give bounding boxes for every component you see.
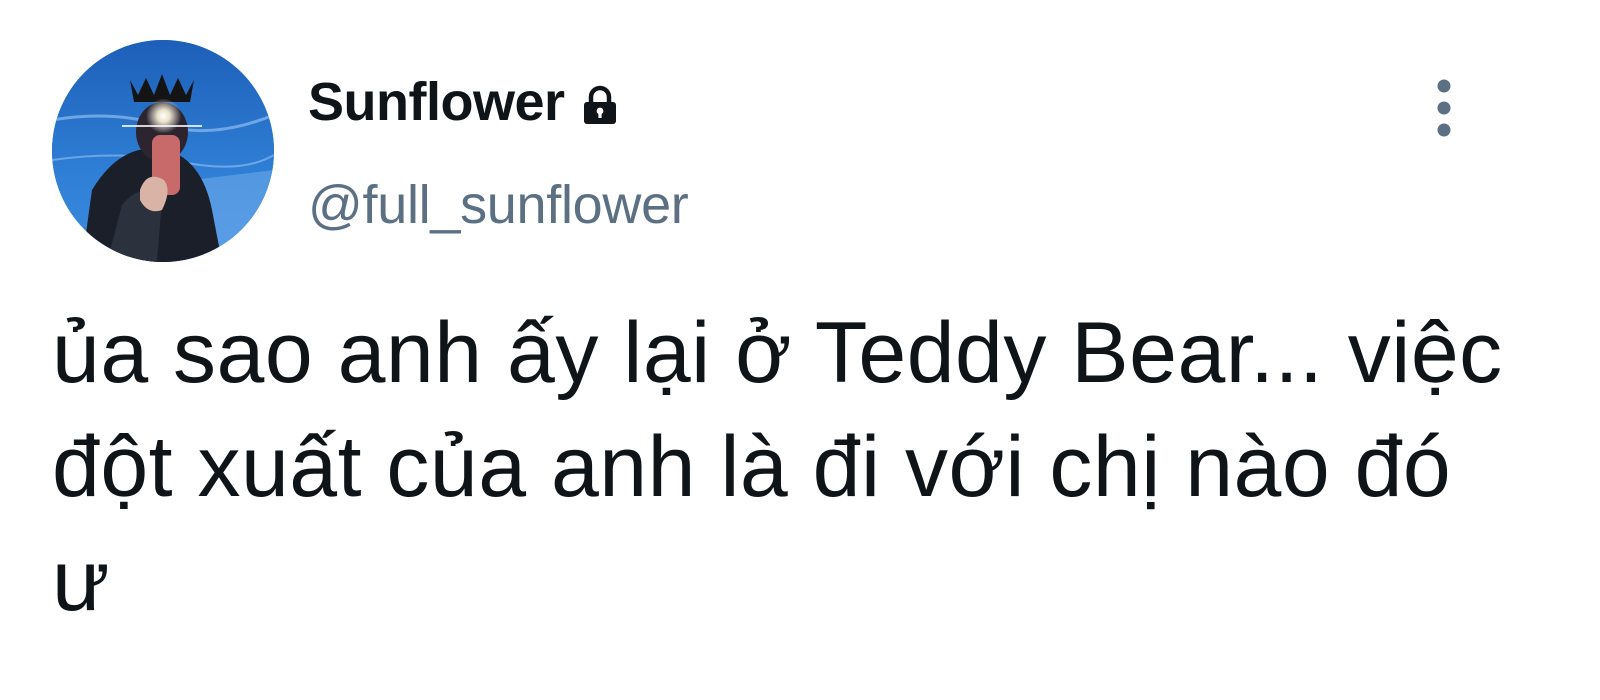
tweet-text: ủa sao anh ấy lại ở Teddy Bear... việc đ…: [52, 305, 1503, 629]
tweet-card: Sunflower @full_sunflower ủa sao anh ấy …: [0, 0, 1600, 700]
lock-icon: [579, 83, 621, 127]
author-handle[interactable]: @full_sunflower: [308, 170, 689, 240]
profile-photo: [52, 40, 274, 262]
avatar[interactable]: [52, 40, 274, 262]
more-vertical-icon: [1437, 79, 1451, 137]
more-options-button[interactable]: [1420, 72, 1468, 144]
author-name-row: Sunflower: [308, 70, 621, 134]
author-display-name[interactable]: Sunflower: [308, 70, 565, 134]
